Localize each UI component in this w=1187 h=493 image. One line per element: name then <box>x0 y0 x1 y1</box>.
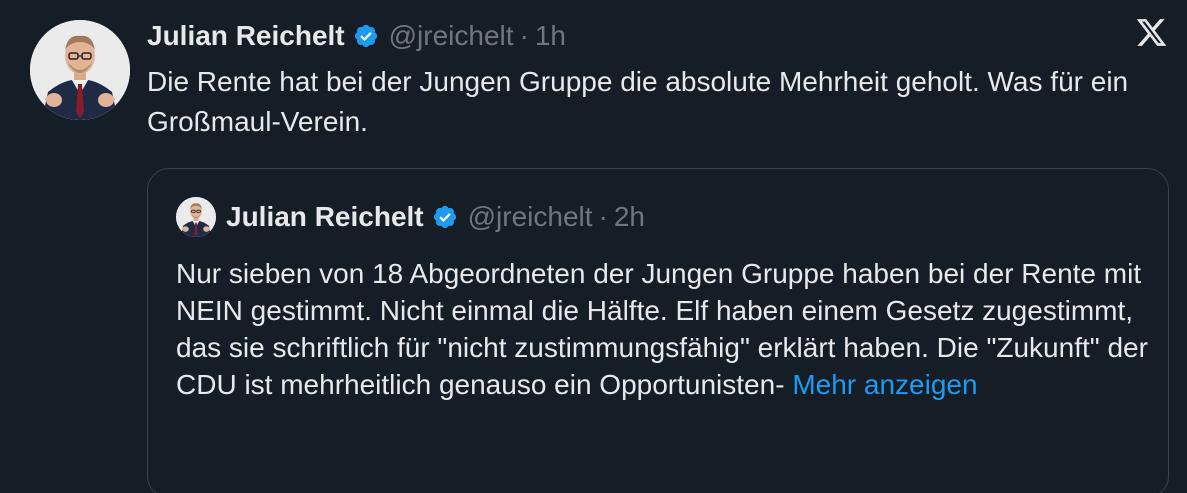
tweet-timestamp[interactable]: 1h <box>535 20 566 52</box>
quoted-tweet-body: Nur sieben von 18 Abgeordneten der Junge… <box>176 258 1148 400</box>
author-name[interactable]: Julian Reichelt <box>147 20 345 52</box>
quoted-tweet[interactable]: Julian Reichelt @jreichelt · 2h Nur sieb… <box>147 168 1169 493</box>
quoted-author-name: Julian Reichelt <box>226 201 424 232</box>
quoted-tweet-header: Julian Reichelt @jreichelt · 2h <box>176 197 645 237</box>
quoted-author-handle: @jreichelt <box>467 201 593 232</box>
quoted-author-avatar <box>176 197 216 237</box>
tweet-card[interactable]: Julian Reichelt @jreichelt · 1h Die Rent… <box>0 0 1187 493</box>
author-handle[interactable]: @jreichelt <box>389 20 514 52</box>
quoted-tweet-text: Nur sieben von 18 Abgeordneten der Junge… <box>176 255 1151 403</box>
separator-dot: · <box>519 20 529 51</box>
tweet-text: Die Rente hat bei der Jungen Gruppe die … <box>147 66 1129 137</box>
verified-badge-icon <box>353 23 379 49</box>
show-more-link[interactable]: Mehr anzeigen <box>792 369 977 400</box>
tweet-header: Julian Reichelt @jreichelt · 1h <box>147 16 566 56</box>
quoted-tweet-timestamp: 2h <box>613 201 646 232</box>
separator-dot: · <box>598 201 608 232</box>
x-logo-icon[interactable] <box>1135 16 1168 49</box>
verified-badge-icon <box>432 204 458 230</box>
author-avatar[interactable] <box>30 20 130 120</box>
